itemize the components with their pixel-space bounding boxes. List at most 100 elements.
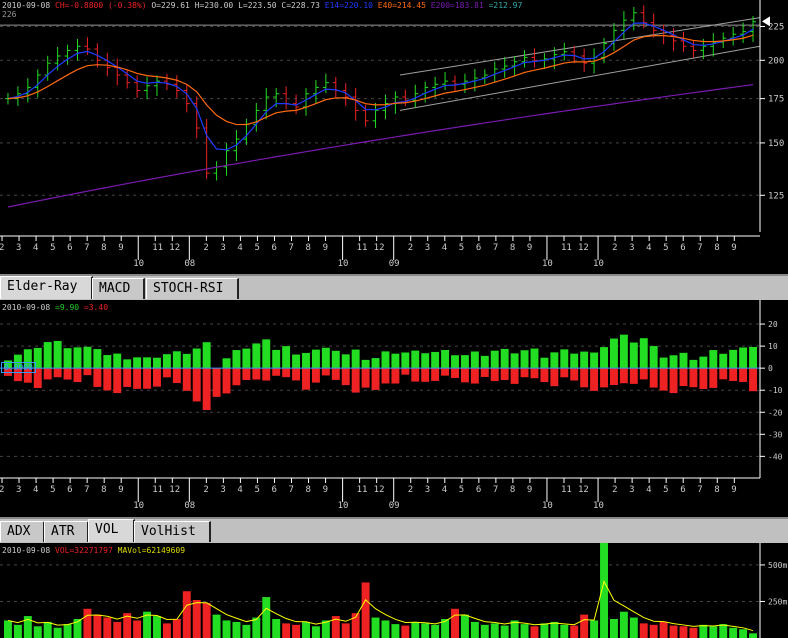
bear-power-bar [262,368,271,381]
legend-e14: E14=220.10 [324,1,373,10]
volume-bar [669,625,678,638]
month-label: 4 [237,485,242,495]
month-label: 6 [271,243,276,253]
tab-atr[interactable]: ATR [44,521,89,542]
month-label: 2 [203,485,208,495]
elder-legend: 2010-09-08 =9.90 =3.40 [2,303,108,312]
month-label: 11 [152,243,163,253]
month-label: 3 [425,243,430,253]
bull-power-bar [222,358,231,369]
volume-bar [113,621,122,638]
bull-power-bar [709,350,718,369]
month-label: 2 [612,243,617,253]
volume-bar [460,614,469,638]
volume-legend: 2010-09-08 VOL=32271797 MAVol=62149609 [2,546,185,555]
bear-power-bar [103,368,112,391]
bull-power-bar [103,355,112,369]
bull-power-bar [43,342,52,369]
month-label: 7 [493,485,498,495]
month-label: 4 [237,243,242,253]
volume-bar [421,623,430,638]
month-label: 6 [271,485,276,495]
volume-bar [530,626,539,638]
price-tick-label: 175 [768,95,784,105]
month-label: 7 [697,485,702,495]
bear-power-bar [649,368,658,388]
bull-power-bar [689,359,698,369]
month-label: 8 [510,485,515,495]
month-label: 8 [510,243,515,253]
volume-bar [649,624,658,638]
volume-bar [63,624,72,638]
current-price-marker-icon [762,16,770,27]
price-chart-panel[interactable]: 2252001751501252 3 4 5 6 7 8 91011 12082 3 4 5 6 7 8 91… [0,0,788,270]
volume-bar [103,617,112,638]
month-label: 2 [0,485,4,495]
month-label: 11 [561,243,572,253]
bull-power-bar [192,348,201,369]
volume-panel[interactable]: 500m 250m [0,543,788,638]
year-label: 10 [133,259,144,269]
month-label: 4 [33,485,38,495]
bear-power-bar [192,368,201,402]
volume-bar [391,624,400,638]
volume-tick-label: 250m [768,597,787,606]
volume-bar [470,621,479,638]
bull-power-bar [341,354,350,369]
volume-bar [739,629,748,638]
bear-power-bar [679,368,688,387]
bear-power-bar [669,368,678,394]
tab-adx[interactable]: ADX [0,521,45,542]
bull-power-bar [182,353,191,369]
bull-power-bar [282,346,291,369]
tab-elder-ray[interactable]: Elder-Ray [0,276,93,299]
bear-power-bar [242,368,251,380]
bull-power-bar [749,347,757,369]
year-label: 10 [593,501,604,511]
volume-bar [451,608,459,638]
month-label: 9 [323,485,328,495]
volume-bar [609,619,618,638]
bull-power-bar [381,351,390,369]
elder-tick-label: -40 [768,452,783,461]
month-label: 7 [289,485,294,495]
month-label: 4 [442,485,447,495]
bull-power-bar [520,350,529,369]
volume-bar [192,600,201,638]
tab-macd[interactable]: MACD [92,278,145,299]
tab-volhist[interactable]: VolHist [134,521,211,542]
bear-power-bar [222,368,231,394]
legend-date: 2010-09-08 [2,1,51,10]
bear-power-bar [321,368,330,376]
elder-date: 2010-09-08 [2,303,51,312]
bull-power-bar [729,349,738,369]
legend-low: L=223.50 [238,1,277,10]
bear-power: =3.40 [83,303,109,312]
month-label: 5 [663,243,668,253]
volume-bar [302,621,310,638]
bull-power-bar [321,347,330,369]
bear-power-bar [411,368,420,382]
tab-vol[interactable]: VOL [88,519,135,542]
bull-power-bar [530,348,539,369]
bull-power-bar [590,352,599,369]
tab-stoch-rsi[interactable]: STOCH-RSI [146,278,239,299]
volume-bar [679,626,688,638]
volume-bar [162,623,171,638]
month-label: 9 [323,243,328,253]
bear-power-bar [490,368,499,382]
month-label: 8 [101,243,106,253]
bear-power-bar [123,368,132,387]
volume-bar [689,627,698,638]
bear-power-bar [659,368,668,391]
bear-power-bar [749,368,757,392]
bull-power-bar [659,357,668,369]
bear-power-bar [391,368,400,384]
elder-ray-panel[interactable]: 20 10 0 -10 -20 -30 -40 2 3 4 5 6 7 8 9 10 11 12 08 2 3 4 5 6 7 8… [0,300,788,515]
bull-power-bar [272,349,281,369]
bear-power-bar [83,368,92,376]
volume-bar [341,623,350,638]
volume-bar [480,624,489,638]
volume-bar [520,624,529,638]
bull-power-bar [143,357,152,369]
